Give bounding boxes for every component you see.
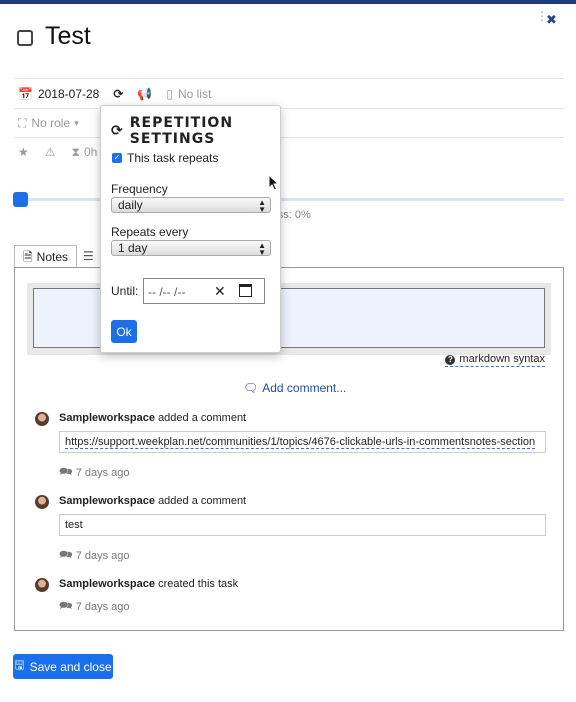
top-bar xyxy=(0,0,576,4)
comment-header: Sampleworkspace created this task xyxy=(59,578,238,590)
until-date-input[interactable]: -- /-- /-- ✕ xyxy=(143,278,265,304)
avatar xyxy=(35,412,49,426)
calendar-icon: 📅 xyxy=(18,87,33,101)
comment-body[interactable]: https://support.weekplan.net/communities… xyxy=(59,431,546,453)
comment-ago: 7 days ago xyxy=(75,549,130,562)
close-icon[interactable]: ✖ xyxy=(546,12,557,28)
avatar xyxy=(35,495,49,509)
save-and-close-button[interactable]: 🖫 Save and close xyxy=(13,654,113,679)
chevron-down-icon: ▾ xyxy=(74,117,79,128)
repeats-every-label: Repeats every xyxy=(111,225,189,239)
notes-panel: ? markdown syntax 🗨 Add comment... Sampl… xyxy=(14,267,564,631)
select-arrows-icon: ▲ ▼ xyxy=(258,198,266,214)
comment-action: added a comment xyxy=(158,412,247,424)
clear-icon[interactable]: ✕ xyxy=(214,283,226,300)
repeat-icon: ⟳ xyxy=(111,123,124,139)
hourglass-icon: ⧗ xyxy=(71,145,80,159)
tab-notes[interactable]: 🗎 Notes xyxy=(14,245,78,267)
calendar-icon[interactable] xyxy=(239,284,252,297)
save-label: Save and close xyxy=(29,659,112,674)
divider xyxy=(14,137,564,138)
list-icon: ☰ xyxy=(83,249,94,263)
comment-header: Sampleworkspace added a comment xyxy=(59,495,246,507)
frequency-label: Frequency xyxy=(111,182,168,196)
comment-text: test xyxy=(65,519,83,531)
list-selector[interactable]: No list xyxy=(178,87,211,101)
task-meta-row: 📅 2018-07-28 ⟳ 📢 ▯ No list xyxy=(18,84,211,104)
popup-title-text: REPETITION SETTINGS xyxy=(129,115,234,147)
popup-title: ⟳ REPETITION SETTINGS xyxy=(111,115,280,147)
markdown-syntax-link[interactable]: ? markdown syntax xyxy=(445,353,545,367)
add-comment-link[interactable]: 🗨 Add comment... xyxy=(243,381,346,395)
question-icon: ? xyxy=(445,354,456,365)
comment-author: Sampleworkspace xyxy=(59,412,155,424)
until-placeholder: -- /-- /-- xyxy=(148,285,186,299)
comment-action: added a comment xyxy=(158,495,247,507)
progress-slider-thumb[interactable] xyxy=(13,192,28,207)
divider xyxy=(14,78,564,79)
star-icon[interactable]: ★ xyxy=(18,146,29,158)
comment-author: Sampleworkspace xyxy=(59,495,155,507)
frequency-value: daily xyxy=(118,198,143,212)
comment-author: Sampleworkspace xyxy=(59,578,155,590)
task-title[interactable]: Test xyxy=(45,22,91,51)
repeats-every-select[interactable]: 1 day ▲ ▼ xyxy=(111,240,271,257)
repetition-settings-popup: ⟳ REPETITION SETTINGS ✓ This task repeat… xyxy=(100,105,281,353)
task-complete-checkbox[interactable] xyxy=(17,30,33,46)
comment-timestamp: 🗪 7 days ago xyxy=(59,546,130,565)
repeats-label: This task repeats xyxy=(127,151,219,165)
mouse-cursor-icon xyxy=(268,174,280,191)
comment-icon: 🗨 xyxy=(243,381,259,395)
priority-row: ★ ⚠ ⧗ 0h xyxy=(18,142,97,162)
repeats-checkbox[interactable]: ✓ xyxy=(112,153,122,163)
org-chart-icon: ⛶ xyxy=(18,116,27,130)
markdown-label: markdown syntax xyxy=(459,353,545,365)
comment-action: created this task xyxy=(158,578,239,590)
comment-header: Sampleworkspace added a comment xyxy=(59,412,246,424)
document-icon: 🗎 xyxy=(23,249,33,264)
frequency-select[interactable]: daily ▲ ▼ xyxy=(111,197,271,214)
due-date[interactable]: 2018-07-28 xyxy=(38,87,99,101)
floppy-disk-icon: 🖫 xyxy=(14,658,25,672)
comment-body[interactable]: test xyxy=(59,514,546,536)
list-icon: ▯ xyxy=(166,87,173,101)
ok-button[interactable]: Ok xyxy=(111,320,137,343)
until-label: Until: xyxy=(111,284,139,298)
tab-label: Notes xyxy=(36,249,69,264)
avatar xyxy=(35,578,49,592)
comment-link[interactable]: https://support.weekplan.net/communities… xyxy=(65,436,536,449)
repeats-every-value: 1 day xyxy=(118,241,148,255)
megaphone-icon[interactable]: 📢 xyxy=(137,88,152,100)
comment-timestamp: 🗪 7 days ago xyxy=(59,597,130,616)
tab-bar: 🗎 Notes ☰ xyxy=(14,245,100,267)
estimated-hours[interactable]: 0h xyxy=(84,145,97,159)
add-comment-label: Add comment... xyxy=(262,381,347,395)
repeat-icon[interactable]: ⟳ xyxy=(113,88,123,100)
role-selector[interactable]: No role xyxy=(31,116,70,130)
divider xyxy=(14,108,564,109)
comment-timestamp: 🗪 7 days ago xyxy=(59,463,130,482)
progress-slider-track[interactable] xyxy=(14,198,564,201)
select-arrows-icon: ▲ ▼ xyxy=(258,241,266,257)
comments-icon: 🗪 xyxy=(59,549,73,561)
comment-ago: 7 days ago xyxy=(75,600,130,613)
tab-checklist[interactable]: ☰ xyxy=(77,245,100,267)
warning-icon[interactable]: ⚠ xyxy=(45,146,56,158)
comment-ago: 7 days ago xyxy=(75,466,130,479)
comments-icon: 🗪 xyxy=(59,600,73,612)
comments-icon: 🗪 xyxy=(59,466,73,478)
